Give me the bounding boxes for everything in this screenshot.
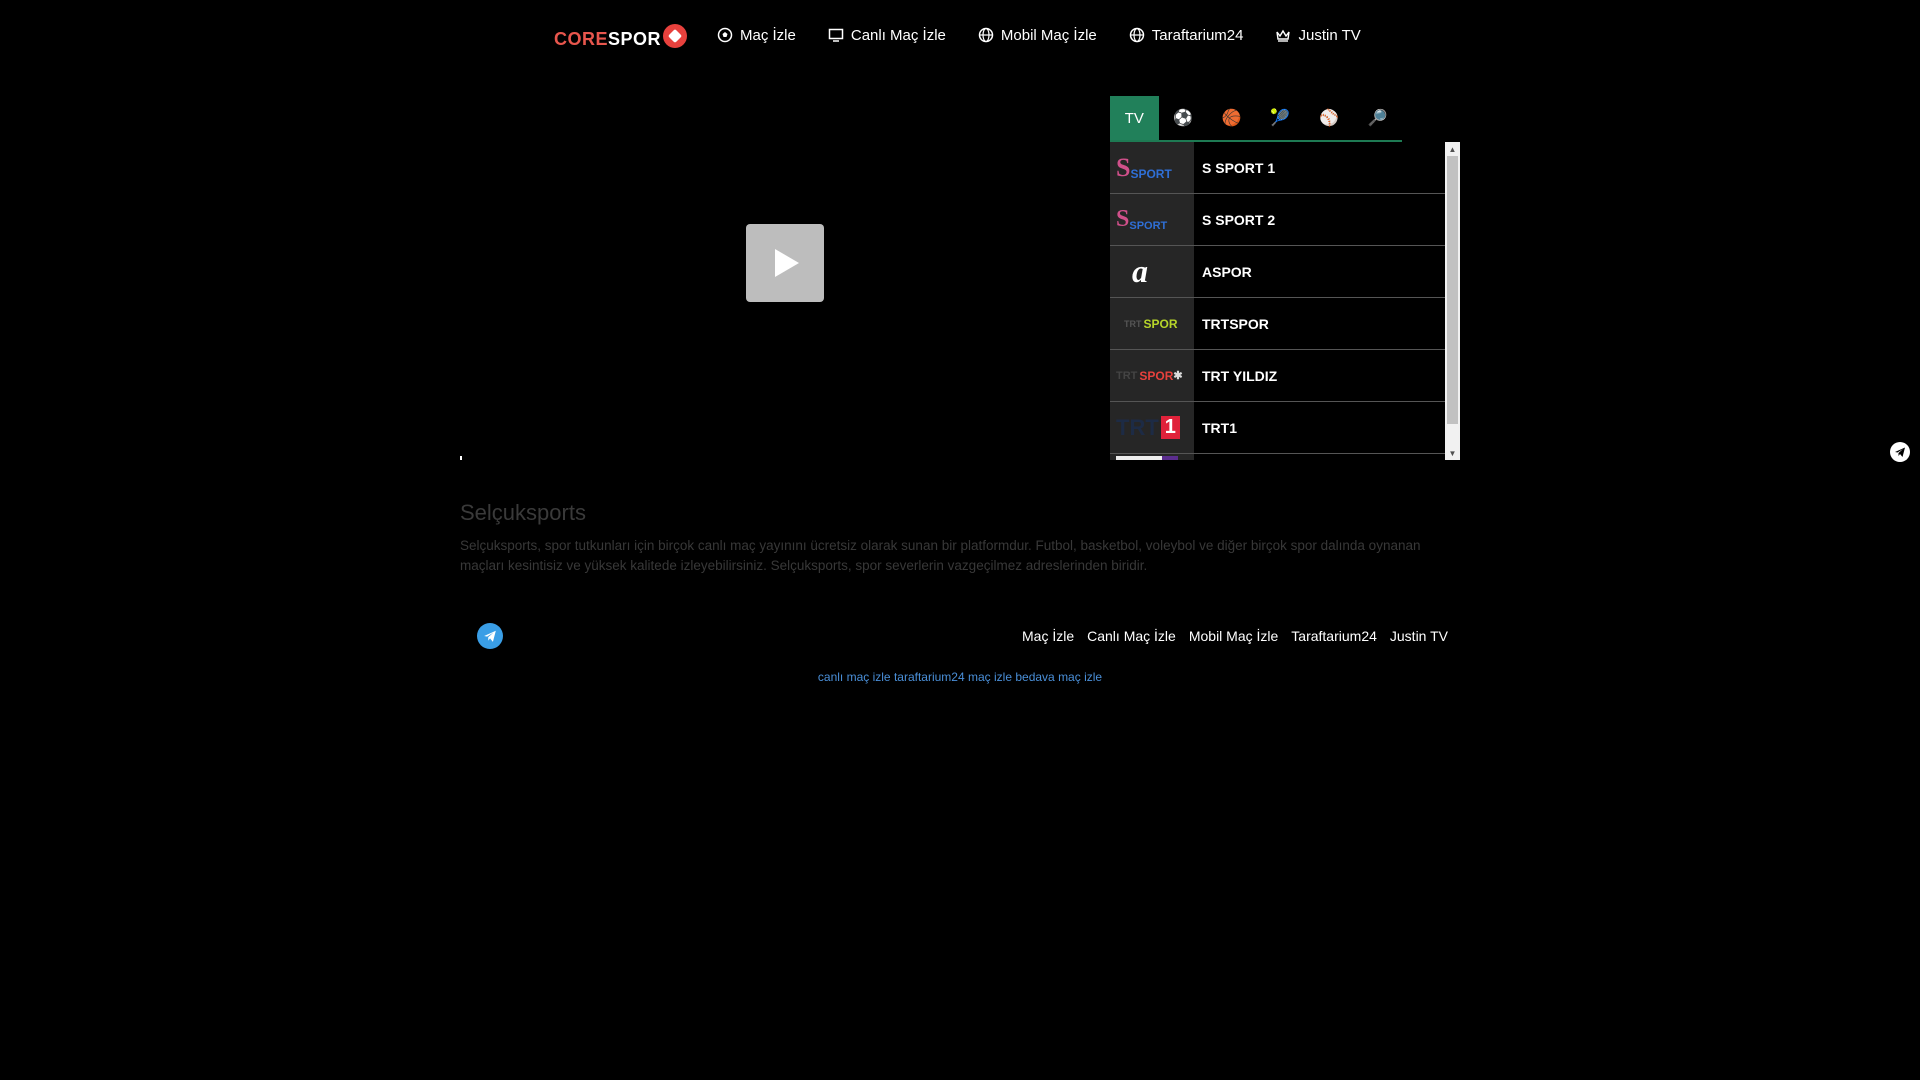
channel-logo: S SPORT xyxy=(1110,194,1194,245)
nav-item-label: Mobil Maç İzle xyxy=(1000,26,1097,44)
screen-icon xyxy=(827,26,845,44)
nav-item-mac-izle[interactable]: Maç İzle xyxy=(716,26,796,44)
tab-tennis[interactable]: 🎾 xyxy=(1256,96,1305,140)
channel-logo: TRT SPOR xyxy=(1110,298,1194,349)
nav-item-label: Taraftarium24 xyxy=(1151,26,1244,44)
channel-list[interactable]: S SPORT S SPORT 1 S SPORT S SPORT 2 a ASPO… xyxy=(1110,142,1460,460)
footer-link-mobil-mac-izle[interactable]: Mobil Maç İzle xyxy=(1189,628,1278,644)
nav-item-label: Canlı Maç İzle xyxy=(850,26,946,44)
channel-logo xyxy=(1110,454,1194,460)
scrollbar-thumb[interactable] xyxy=(1447,156,1458,424)
nav-item-mobil-mac-izle[interactable]: Mobil Maç İzle xyxy=(977,26,1097,44)
tab-football[interactable]: ⚽ xyxy=(1159,96,1208,140)
category-tabs: TV ⚽ 🏀 🎾 ⚾ 🔎 xyxy=(1110,96,1402,142)
channel-item[interactable]: a ASPOR xyxy=(1110,246,1445,298)
footer-link-mac-izle[interactable]: Maç İzle xyxy=(1022,628,1074,644)
baseball-icon: ⚾ xyxy=(1319,110,1339,127)
channel-logo: TRT 1 xyxy=(1110,402,1194,453)
basketball-icon: 🏀 xyxy=(1221,110,1242,127)
nav-item-label: Justin TV xyxy=(1298,26,1361,44)
footer-link-taraftarium24[interactable]: Taraftarium24 xyxy=(1291,628,1377,644)
logo-text-spor: SPOR xyxy=(608,28,662,49)
channel-name: ASPOR xyxy=(1202,263,1252,280)
progress-indicator xyxy=(460,456,462,460)
channel-logo: TRT SPOR ✱ xyxy=(1110,350,1194,401)
channel-item[interactable] xyxy=(1110,454,1445,460)
channel-item[interactable]: S SPORT S SPORT 2 xyxy=(1110,194,1445,246)
nav-item-justin-tv[interactable]: Justin TV xyxy=(1274,26,1361,44)
nav-item-canli-mac-izle[interactable]: Canlı Maç İzle xyxy=(827,26,946,44)
tab-basketball[interactable]: 🏀 xyxy=(1207,96,1256,140)
channel-name: S SPORT 1 xyxy=(1202,159,1276,176)
channel-item[interactable]: S SPORT S SPORT 1 xyxy=(1110,142,1445,194)
tag-link[interactable]: taraftarium24 xyxy=(894,670,965,684)
nav-item-taraftarium24[interactable]: Taraftarium24 xyxy=(1128,26,1244,44)
globe-icon xyxy=(1128,26,1146,44)
logo-text-core: CORE xyxy=(554,28,609,49)
footer-link-canli-mac-izle[interactable]: Canlı Maç İzle xyxy=(1087,628,1176,644)
footer-link-justin-tv[interactable]: Justin TV xyxy=(1390,628,1448,644)
tab-tv[interactable]: TV xyxy=(1110,96,1159,140)
soccer-ball-icon xyxy=(716,26,734,44)
logo[interactable]: CORE SPOR xyxy=(554,24,688,54)
channel-item[interactable]: TRT 1 TRT1 xyxy=(1110,402,1445,454)
soccer-ball-icon: ⚽ xyxy=(1173,110,1193,127)
soccer-ball-icon xyxy=(663,24,688,48)
channel-name: TRTSPOR xyxy=(1202,315,1269,332)
channel-item[interactable]: TRT SPOR ✱ TRT YILDIZ xyxy=(1110,350,1445,402)
scroll-up-arrow-icon[interactable]: ▲ xyxy=(1445,142,1460,156)
search-icon: 🔎 xyxy=(1367,110,1388,127)
main-nav: Maç İzle Canlı Maç İzle Mobil Maç İzle T… xyxy=(716,26,1392,44)
telegram-icon[interactable] xyxy=(1890,442,1910,462)
nav-item-label: Maç İzle xyxy=(740,26,796,44)
play-button[interactable] xyxy=(746,224,824,302)
channel-item[interactable]: TRT SPOR TRTSPOR xyxy=(1110,298,1445,350)
footer-tags: canlı maç izle taraftarium24 maç izle be… xyxy=(0,670,1920,684)
globe-icon xyxy=(977,26,995,44)
channel-logo: S SPORT xyxy=(1110,142,1194,193)
article-text: Selçuksports, spor tutkunları için birço… xyxy=(460,538,1421,573)
tag-link[interactable]: bedava maç izle xyxy=(1015,670,1102,684)
tag-link[interactable]: maç izle xyxy=(968,670,1012,684)
scroll-down-arrow-icon[interactable]: ▼ xyxy=(1445,446,1460,460)
crown-icon xyxy=(1274,26,1292,44)
tennis-icon: 🎾 xyxy=(1270,110,1291,127)
channel-list-scrollbar[interactable]: ▲ ▼ xyxy=(1445,142,1460,460)
tag-link[interactable]: canlı maç izle xyxy=(818,670,891,684)
tab-baseball[interactable]: ⚾ xyxy=(1305,96,1354,140)
channel-name: TRT1 xyxy=(1202,419,1237,436)
channel-name: S SPORT 2 xyxy=(1202,211,1276,228)
video-player[interactable] xyxy=(460,96,1110,460)
channel-logo: a xyxy=(1110,246,1194,297)
telegram-icon[interactable] xyxy=(477,623,503,649)
channel-panel: TV ⚽ 🏀 🎾 ⚾ 🔎 S SPORT S SPORT 1 S SPORT S S… xyxy=(1110,96,1460,461)
article-title: Selçuksports xyxy=(460,500,586,525)
footer-nav: Maç İzle Canlı Maç İzle Mobil Maç İzle T… xyxy=(1009,628,1448,644)
tab-search[interactable]: 🔎 xyxy=(1353,96,1402,140)
header: CORE SPOR Maç İzle Canlı Maç İzle Mobil M… xyxy=(0,0,1920,78)
channel-name: TRT YILDIZ xyxy=(1202,367,1278,384)
play-icon xyxy=(775,249,799,277)
